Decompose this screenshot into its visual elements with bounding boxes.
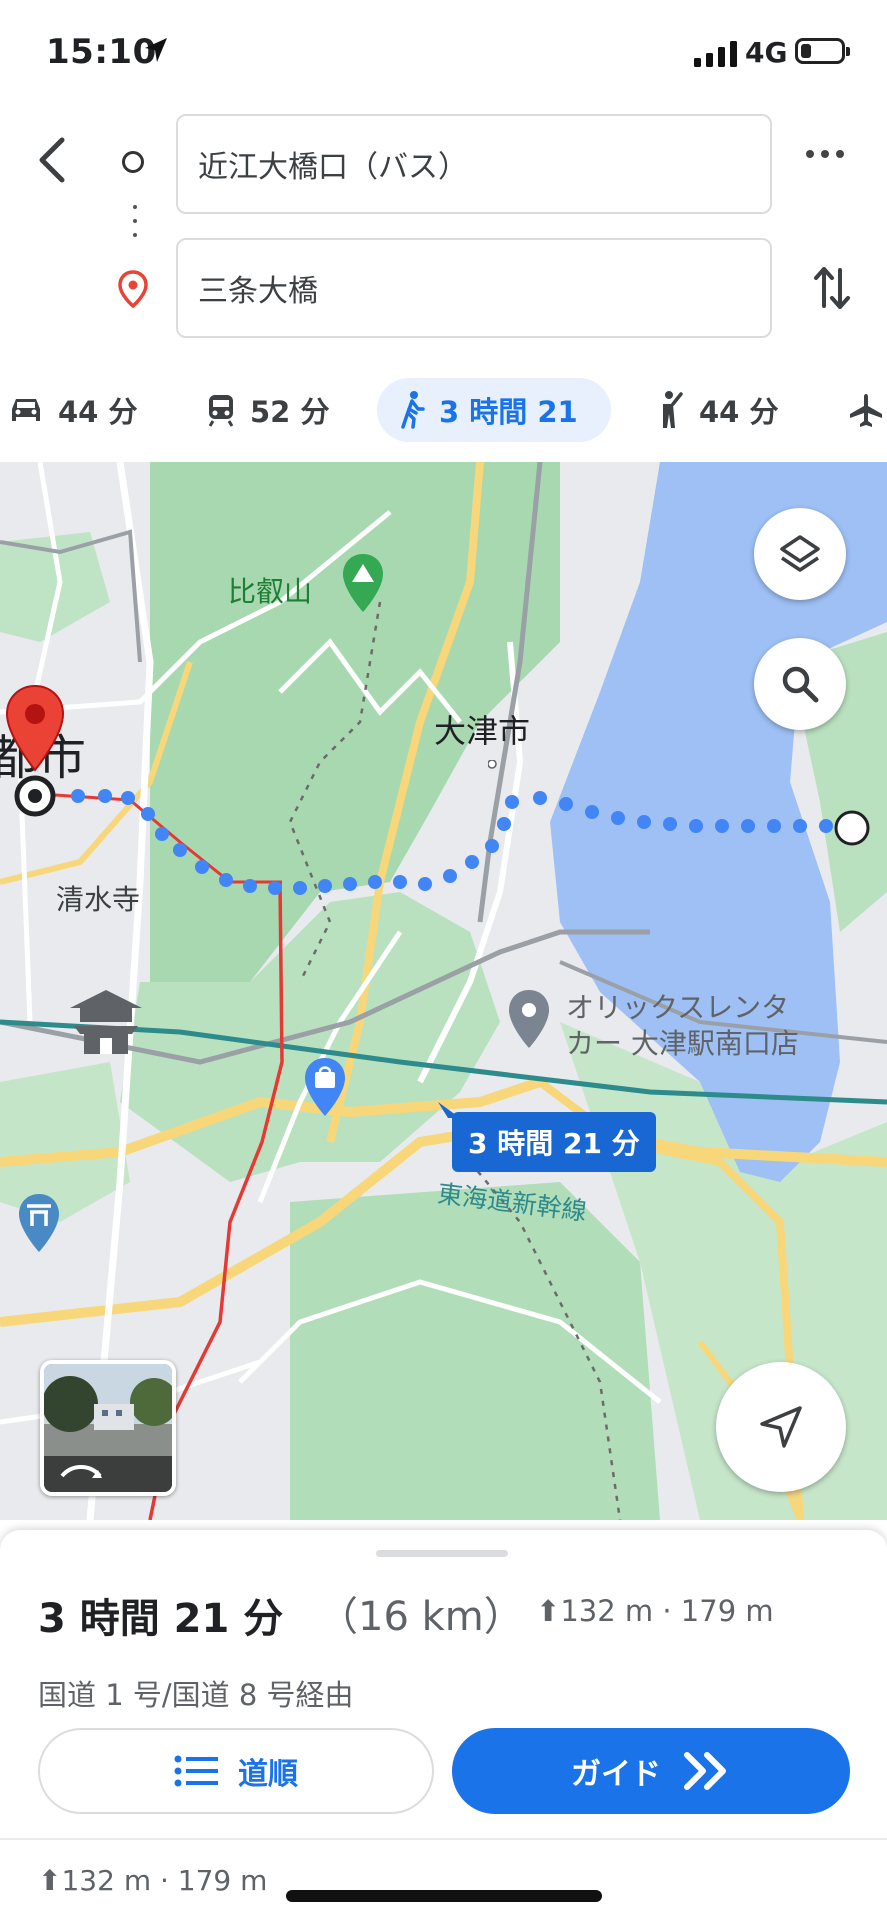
car-icon	[12, 399, 40, 421]
more-options-button[interactable]	[806, 150, 844, 158]
street-view-thumbnail[interactable]	[40, 1360, 176, 1496]
back-button[interactable]	[30, 130, 74, 190]
recenter-button[interactable]	[716, 1362, 846, 1492]
route-summary-sheet[interactable]: 3 時間 21 分 （16 km） ⬆132 m · 179 m 国道 1 号/…	[0, 1530, 887, 1920]
temple-icon[interactable]	[66, 986, 146, 1056]
mountain-pin-icon[interactable]	[340, 552, 386, 614]
city-dot-icon	[488, 760, 497, 769]
route-duration: 3 時間 21 分	[38, 1596, 284, 1642]
elevation-detail: ⬆132 m · 179 m	[38, 1864, 267, 1897]
map-search-button[interactable]	[754, 638, 846, 730]
tab-flight[interactable]	[848, 378, 887, 442]
elevation-summary: ⬆132 m · 179 m	[536, 1594, 774, 1628]
route-via: 国道 1 号/国道 8 号経由	[38, 1678, 354, 1712]
shopping-pin-icon[interactable]	[302, 1056, 348, 1120]
guide-button-label: ガイド	[571, 1757, 661, 1792]
street-view-image	[44, 1364, 172, 1492]
flight-icon	[850, 394, 882, 427]
map-label-rental-1: オリックスレンタ	[566, 991, 790, 1024]
list-icon	[174, 1755, 218, 1787]
status-bar: 15:10 4G	[0, 0, 887, 100]
layers-icon	[780, 535, 820, 572]
elevation-detail-text: 132 m · 179 m	[61, 1864, 268, 1897]
train-icon	[208, 395, 234, 427]
location-arrow-icon	[143, 36, 169, 68]
home-indicator[interactable]	[286, 1890, 602, 1902]
map-label-rental-2: カー 大津駅南口店	[566, 1027, 799, 1060]
steps-button-label: 道順	[238, 1757, 298, 1792]
sheet-drag-handle[interactable]	[376, 1550, 508, 1557]
double-chevron-icon	[684, 1752, 726, 1790]
layers-button[interactable]	[754, 508, 846, 600]
travel-mode-tabs: 44 分 52 分 3 時間 21 44 分	[0, 372, 887, 452]
signal-icon	[694, 41, 737, 67]
swap-icon[interactable]	[812, 262, 852, 318]
tab-ride-hail[interactable]: 44 分	[655, 378, 778, 442]
map-label-city: 大津市	[434, 712, 531, 750]
walk-icon	[401, 391, 425, 429]
tab-ride-hail-label: 44 分	[699, 395, 779, 429]
navigation-arrow-icon	[760, 1406, 802, 1448]
origin-input[interactable]: 近江大橋口（バス）	[176, 114, 772, 214]
tab-drive[interactable]: 44 分	[8, 378, 137, 442]
shrine-pin-icon[interactable]	[16, 1192, 62, 1256]
search-icon	[782, 666, 819, 703]
route-distance: （16 km）	[318, 1594, 524, 1640]
tab-walk[interactable]: 3 時間 21	[377, 378, 611, 442]
ride-hail-icon	[663, 391, 683, 428]
elevation-detail-icon: ⬆	[38, 1864, 62, 1897]
elevation-text: 132 m · 179 m	[560, 1594, 774, 1628]
map-view[interactable]: 比叡山 大津市 都市 清水寺 オリックスレンタ カー 大津駅南口店 東海道新幹線…	[0, 462, 887, 1520]
route-duration-bubble[interactable]: 3 時間 21 分	[452, 1112, 656, 1172]
route-dots-icon	[133, 205, 137, 247]
sheet-divider	[0, 1838, 887, 1840]
destination-pin-icon	[118, 270, 148, 312]
guide-button[interactable]: ガイド	[452, 1728, 850, 1814]
origin-circle-icon	[122, 151, 144, 173]
steps-button[interactable]: 道順	[38, 1728, 434, 1814]
place-pin-icon[interactable]	[506, 988, 552, 1052]
elevation-icon: ⬆	[536, 1594, 561, 1628]
status-time: 15:10	[46, 32, 157, 72]
tab-drive-label: 44 分	[58, 395, 138, 429]
map-label-temple: 清水寺	[56, 883, 141, 916]
tab-walk-label: 3 時間 21	[439, 395, 578, 429]
destination-marker-icon[interactable]	[4, 684, 66, 772]
bubble-tail-icon	[438, 1102, 460, 1118]
destination-input[interactable]: 三条大橋	[176, 238, 772, 338]
map-label-mountain: 比叡山	[228, 575, 313, 608]
battery-icon	[795, 38, 850, 64]
tab-transit[interactable]: 52 分	[206, 378, 329, 442]
network-type: 4G	[745, 36, 788, 69]
tab-transit-label: 52 分	[250, 395, 330, 429]
